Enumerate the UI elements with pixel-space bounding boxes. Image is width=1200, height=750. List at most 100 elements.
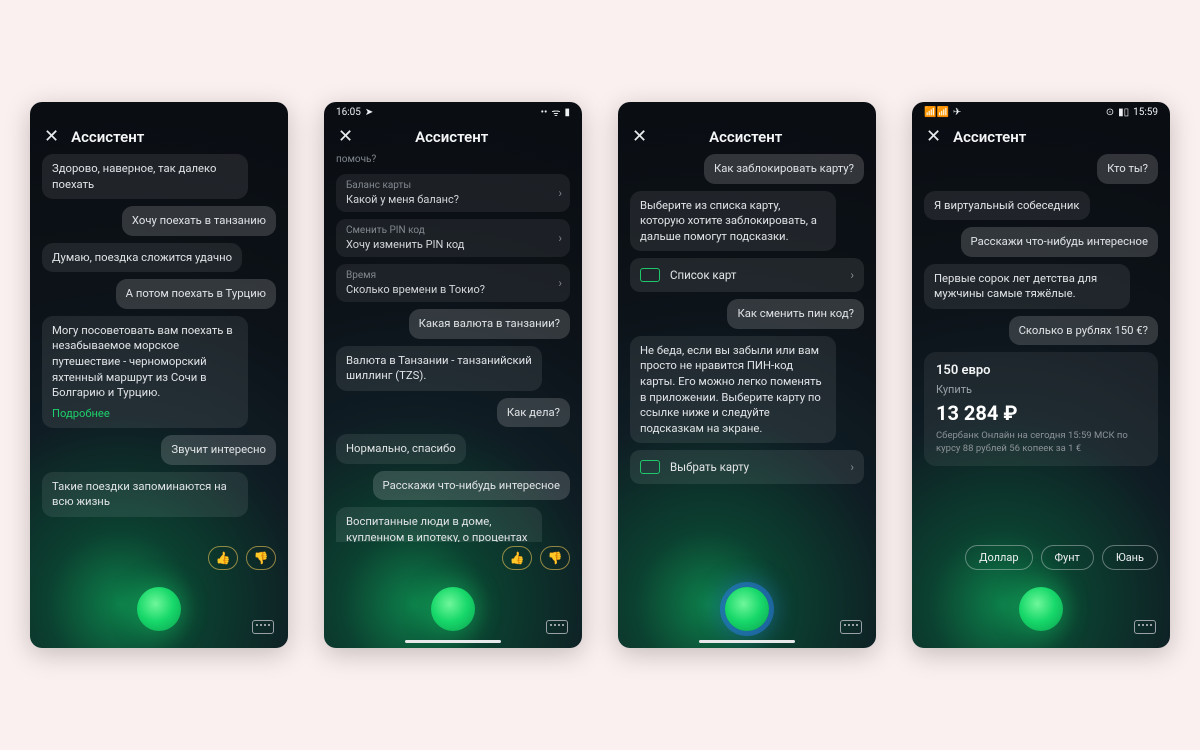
page-title: Ассистент [415,128,488,146]
suggestion-label: Баланс карты [346,180,560,191]
status-time: 15:59 [1133,107,1158,118]
user-message: Расскажи что-нибудь интересное [373,471,570,501]
feedback-row: 👍 👎 [30,542,288,570]
chat-area: Здорово, наверное, так далеко поехать Хо… [30,152,288,542]
dnd-icon: ⊙ [1106,107,1114,118]
rate-note: Сбербанк Онлайн на сегодня 15:59 МСК по … [936,430,1146,456]
voice-orb-area [324,570,582,648]
keyboard-icon[interactable] [546,620,568,634]
action-card-list[interactable]: Список карт › [630,258,864,292]
cards-icon [640,460,660,474]
user-message: Сколько в рублях 150 €? [1009,316,1158,346]
user-message: Какая валюта в танзании? [409,309,570,339]
faded-prompt: помочь? [336,154,570,165]
voice-orb[interactable] [431,587,475,631]
chevron-right-icon: › [558,231,562,245]
user-message: Расскажи что-нибудь интересное [961,227,1158,257]
voice-orb-area [912,570,1170,648]
phone-screen-2: 16:05 ➤ ••ᯤ ▮ ✕ Ассистент помочь? Баланс к… [324,102,582,648]
send-icon: ✈ [953,107,961,118]
bot-message: Такие поездки запоминаются на всю жизнь [42,472,248,517]
voice-orb-area [30,570,288,648]
bot-message: Не беда, если вы забыли или вам просто н… [630,336,836,443]
action-label: Список карт [670,268,736,282]
phone-screen-1: ✕ Ассистент Здорово, наверное, так далек… [30,102,288,648]
currency-pill-pound[interactable]: Фунт [1041,545,1094,570]
chat-area: Кто ты? Я виртуальный собеседник Расскаж… [912,152,1170,541]
user-message: Кто ты? [1097,154,1158,184]
header: ✕ Ассистент [912,120,1170,152]
close-icon[interactable]: ✕ [338,128,353,146]
home-indicator[interactable] [405,640,501,643]
phone-screen-4: 📶📶 ✈ ⊙ ▮▯ 15:59 ✕ Ассистент Кто ты? Я вирту… [912,102,1170,648]
battery-icon: ▮▯ [1118,107,1129,118]
signal-icon: •• [541,107,548,118]
thumbs-down-button[interactable]: 👎 [246,546,276,570]
currency-pill-dollar[interactable]: Доллар [965,545,1032,570]
voice-orb-area [618,570,876,648]
rate-to-amount: 13 284 ₽ [936,401,1146,425]
status-bar: 📶📶 ✈ ⊙ ▮▯ 15:59 [912,102,1170,120]
home-indicator[interactable] [699,640,795,643]
keyboard-icon[interactable] [252,620,274,634]
location-icon: ➤ [365,107,373,118]
user-message: Как заблокировать карту? [704,154,864,184]
bot-message: Могу посоветовать вам поехать в незабыва… [42,316,248,428]
chevron-right-icon: › [558,276,562,290]
keyboard-icon[interactable] [1134,620,1156,634]
suggestion-item[interactable]: Сменить PIN код Хочу изменить PIN код › [336,219,570,257]
header: ✕ Ассистент [618,120,876,152]
page-title: Ассистент [71,128,144,146]
chevron-right-icon: › [558,186,562,200]
thumbs-up-button[interactable]: 👍 [502,546,532,570]
close-icon[interactable]: ✕ [44,128,59,146]
currency-rate-card[interactable]: 150 евро Купить 13 284 ₽ Сбербанк Онлайн… [924,352,1158,466]
wifi-icon: ᯤ [551,105,560,119]
header: ✕ Ассистент [30,120,288,152]
bot-message: Первые сорок лет детства для мужчины сам… [924,264,1130,309]
cards-icon [640,268,660,282]
voice-orb[interactable] [725,587,769,631]
bot-message: Здорово, наверное, так далеко поехать [42,154,248,199]
suggestion-item[interactable]: Время Сколько времени в Токио? › [336,264,570,302]
signal-icon: 📶📶 [924,107,949,118]
user-message: А потом поехать в Турцию [116,279,276,309]
chat-area: помочь? Баланс карты Какой у меня баланс… [324,152,582,542]
suggestion-label: Сменить PIN код [346,225,560,236]
message-text: Могу посоветовать вам поехать в незабыва… [52,324,233,399]
user-message: Звучит интересно [161,435,276,465]
battery-icon: ▮ [564,107,570,118]
bot-message: Думаю, поездка сложится удачно [42,243,242,273]
keyboard-icon[interactable] [840,620,862,634]
feedback-row: 👍 👎 [324,542,582,570]
rate-buy-label: Купить [936,383,1146,396]
more-link[interactable]: Подробнее [52,406,238,421]
close-icon[interactable]: ✕ [632,128,647,146]
suggestion-text: Какой у меня баланс? [346,193,560,206]
status-bar [30,102,288,120]
voice-orb[interactable] [137,587,181,631]
suggestion-text: Хочу изменить PIN код [346,238,560,251]
suggestion-item[interactable]: Баланс карты Какой у меня баланс? › [336,174,570,212]
action-choose-card[interactable]: Выбрать карту › [630,450,864,484]
status-bar: 16:05 ➤ ••ᯤ ▮ [324,102,582,120]
header: ✕ Ассистент [324,120,582,152]
chat-area: Как заблокировать карту? Выберите из спи… [618,152,876,570]
currency-pills: Доллар Фунт Юань [912,541,1170,570]
chevron-right-icon: › [850,460,854,474]
currency-pill-yuan[interactable]: Юань [1102,545,1158,570]
suggestion-label: Время [346,270,560,281]
thumbs-up-button[interactable]: 👍 [208,546,238,570]
action-label: Выбрать карту [670,460,749,474]
voice-orb[interactable] [1019,587,1063,631]
status-time: 16:05 [336,107,361,118]
phone-screen-3: ✕ Ассистент Как заблокировать карту? Выб… [618,102,876,648]
close-icon[interactable]: ✕ [926,128,941,146]
chevron-right-icon: › [850,268,854,282]
bot-message: Воспитанные люди в доме, купленном в ипо… [336,507,542,542]
suggestion-text: Сколько времени в Токио? [346,283,560,296]
bot-message: Выберите из списка карту, которую хотите… [630,191,836,252]
thumbs-down-button[interactable]: 👎 [540,546,570,570]
bot-message: Валюта в Танзании - танзанийский шиллинг… [336,346,542,391]
user-message: Как дела? [497,398,570,428]
